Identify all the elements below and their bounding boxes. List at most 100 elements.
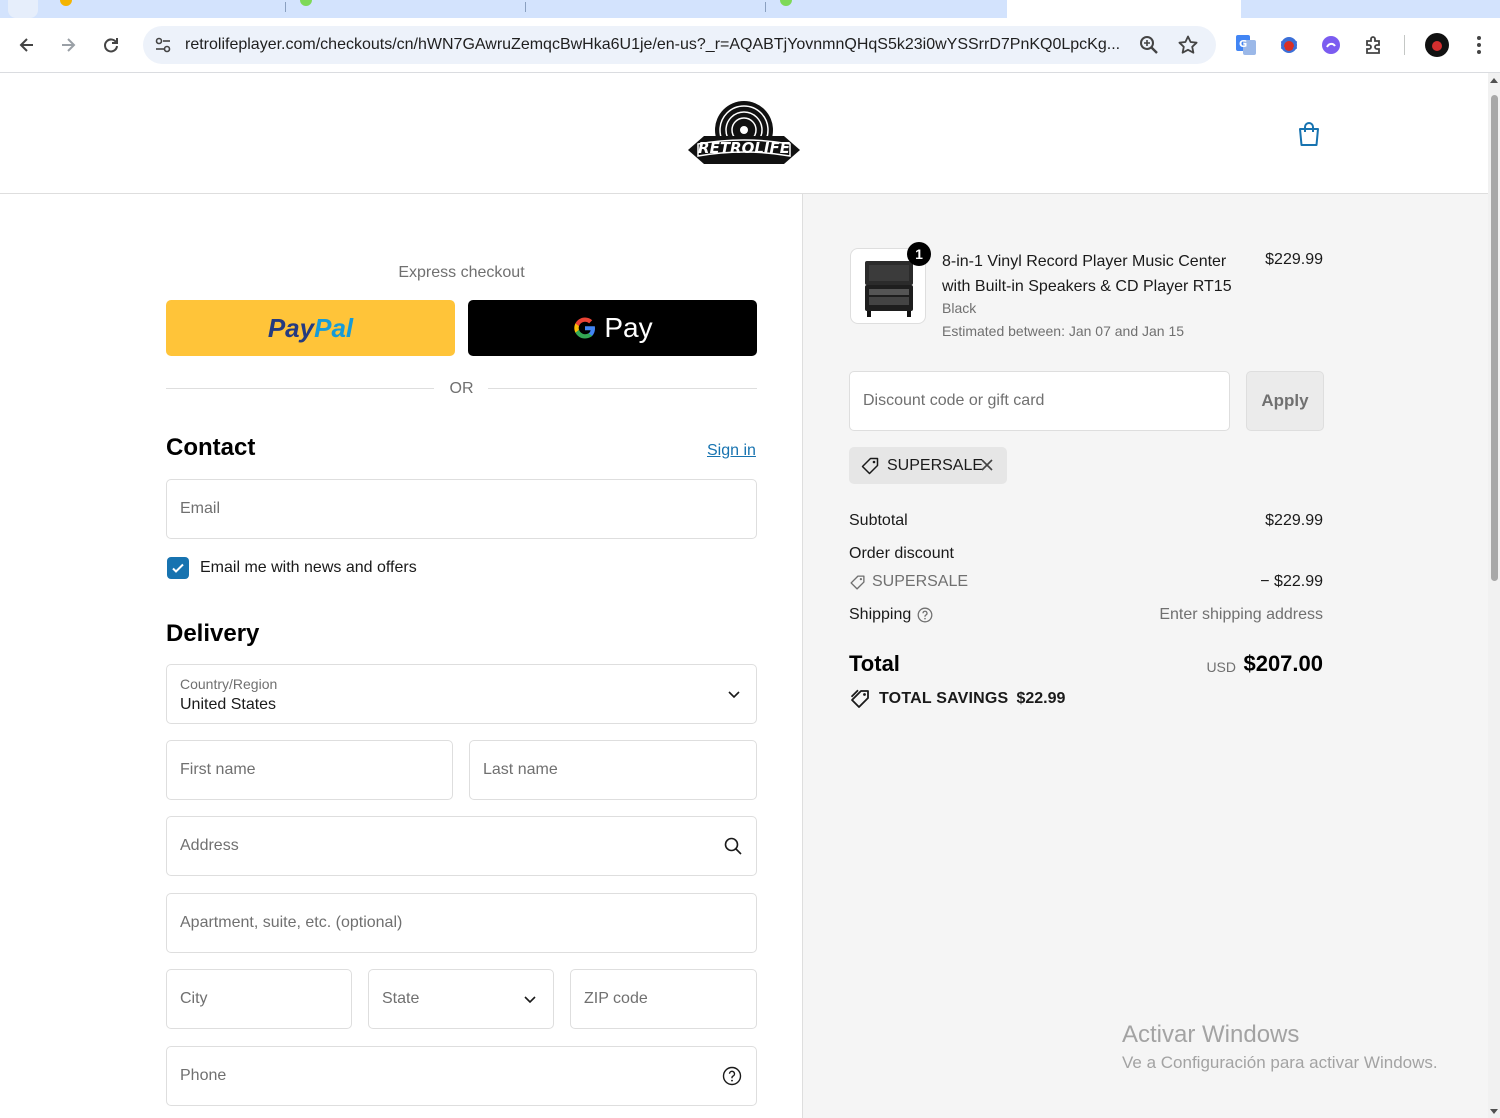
apartment-placeholder: Apartment, suite, etc. (optional) (180, 914, 403, 931)
google-g-icon (574, 317, 596, 339)
order-summary: 1 8-in-1 Vinyl Record Player Music Cente… (802, 194, 1488, 1118)
apply-button[interactable]: Apply (1246, 371, 1324, 431)
apartment-field[interactable]: Apartment, suite, etc. (optional) (166, 893, 757, 953)
email-field[interactable]: Email (166, 479, 757, 539)
puzzle-extensions-icon[interactable] (1362, 33, 1386, 57)
page-scrollbar[interactable] (1488, 73, 1500, 1118)
scrollbar-thumb[interactable] (1491, 95, 1498, 581)
discount-code-text: SUPERSALE (872, 573, 969, 590)
address-field[interactable]: Address (166, 816, 757, 876)
newsletter-label[interactable]: Email me with news and offers (200, 559, 417, 577)
help-circle-icon[interactable] (917, 607, 933, 623)
discount-code-row: SUPERSALE (849, 573, 968, 591)
help-circle-icon[interactable] (722, 1066, 742, 1086)
express-checkout-label: Express checkout (398, 264, 525, 281)
bug-extension-icon[interactable] (1277, 33, 1301, 57)
discount-value: − $22.99 (1260, 573, 1323, 590)
discount-code-input[interactable]: Discount code or gift card (849, 371, 1230, 431)
zip-field[interactable]: ZIP code (570, 969, 757, 1029)
profile-avatar[interactable] (1425, 33, 1449, 57)
country-label: Country/Region (180, 676, 278, 692)
tag-icon (850, 574, 865, 590)
forward-icon[interactable] (52, 29, 84, 61)
subtotal-label: Subtotal (849, 512, 908, 529)
or-divider: OR (166, 379, 757, 399)
browser-toolbar: retrolifeplayer.com/checkouts/cn/hWN7GAw… (0, 18, 1500, 73)
shipping-value: Enter shipping address (1159, 606, 1323, 623)
or-label: OR (449, 380, 474, 397)
country-select[interactable]: Country/Region United States (166, 664, 757, 724)
url-text[interactable]: retrolifeplayer.com/checkouts/cn/hWN7GAw… (185, 36, 1125, 54)
tag-icon (861, 457, 879, 474)
retrolife-logo[interactable]: RETROLIFE (684, 98, 804, 170)
sign-in-link[interactable]: Sign in (707, 442, 756, 460)
first-name-placeholder: First name (180, 761, 256, 778)
site-settings-icon[interactable] (151, 33, 175, 57)
country-value: United States (180, 696, 277, 713)
subtotal-value: $229.99 (1265, 512, 1323, 529)
product-variant: Black (942, 300, 977, 316)
phone-placeholder: Phone (180, 1067, 227, 1084)
state-select[interactable]: State (368, 969, 554, 1029)
newsletter-checkbox[interactable] (167, 557, 189, 579)
order-discount-label: Order discount (849, 545, 954, 562)
zoom-icon[interactable] (1137, 33, 1161, 57)
product-title: 8-in-1 Vinyl Record Player Music Center … (942, 253, 1232, 295)
translate-extension-icon[interactable]: G (1234, 33, 1258, 57)
last-name-field[interactable]: Last name (469, 740, 757, 800)
svg-text:G: G (1239, 39, 1247, 50)
chevron-down-icon (724, 684, 744, 704)
first-name-field[interactable]: First name (166, 740, 453, 800)
city-placeholder: City (180, 990, 208, 1007)
watermark-line-2: Ve a Configuración para activar Windows. (1122, 1053, 1438, 1072)
state-placeholder: State (382, 990, 420, 1007)
gpay-text: Pay (604, 312, 653, 343)
paypal-button[interactable]: Pay Pal (166, 300, 455, 356)
total-value: $207.00 (1243, 651, 1323, 676)
paypal-text-pal: Pal (314, 312, 354, 343)
savings-tag-icon (850, 689, 869, 708)
address-placeholder: Address (180, 837, 239, 854)
search-icon (723, 836, 743, 856)
applied-discount-chip: SUPERSALE (849, 447, 1007, 484)
tab-separator (765, 2, 766, 12)
city-field[interactable]: City (166, 969, 352, 1029)
applied-code-text: SUPERSALE (887, 456, 984, 474)
savings-value: $22.99 (1016, 690, 1066, 707)
checkmark-icon (172, 563, 184, 573)
browser-tab-strip (0, 0, 1500, 18)
logo-text: RETROLIFE (698, 139, 791, 157)
back-icon[interactable] (11, 29, 43, 61)
shipping-row: Shipping (849, 606, 933, 624)
shipping-label: Shipping (849, 606, 912, 623)
google-pay-button[interactable]: Pay (468, 300, 757, 356)
shopping-bag-icon[interactable] (1295, 120, 1323, 148)
address-bar[interactable]: retrolifeplayer.com/checkouts/cn/hWN7GAw… (143, 26, 1216, 64)
tab-favicon (780, 0, 792, 6)
bookmark-star-icon[interactable] (1176, 33, 1200, 57)
tab-separator (285, 2, 286, 12)
browser-tab[interactable] (8, 0, 38, 18)
remove-discount-close-icon[interactable] (979, 457, 995, 473)
paypal-text-pay: Pay (267, 312, 315, 343)
quantity-badge: 1 (907, 242, 931, 266)
browser-tab-active[interactable] (1007, 0, 1241, 18)
delivery-heading: Delivery (166, 620, 260, 647)
total-label: Total (849, 651, 900, 676)
delivery-estimate: Estimated between: Jan 07 and Jan 15 (942, 323, 1185, 339)
reload-icon[interactable] (95, 29, 127, 61)
tab-favicon (60, 0, 72, 6)
store-header: RETROLIFE (0, 73, 1488, 194)
kebab-menu-icon[interactable] (1467, 33, 1491, 57)
phone-field[interactable]: Phone (166, 1046, 757, 1106)
scroll-up-icon[interactable] (1490, 78, 1498, 83)
product-price: $229.99 (1265, 251, 1323, 268)
purple-extension-icon[interactable] (1319, 33, 1343, 57)
zip-placeholder: ZIP code (584, 990, 648, 1007)
windows-activation-watermark: Activar Windows Ve a Configuración para … (1122, 1021, 1438, 1073)
total-currency: USD (1206, 659, 1236, 675)
checkout-main: Express checkout Pay Pal Pay OR Contact S… (0, 194, 802, 1118)
tab-favicon (300, 0, 312, 6)
toolbar-divider (1404, 35, 1405, 55)
scroll-down-icon[interactable] (1490, 1109, 1498, 1114)
